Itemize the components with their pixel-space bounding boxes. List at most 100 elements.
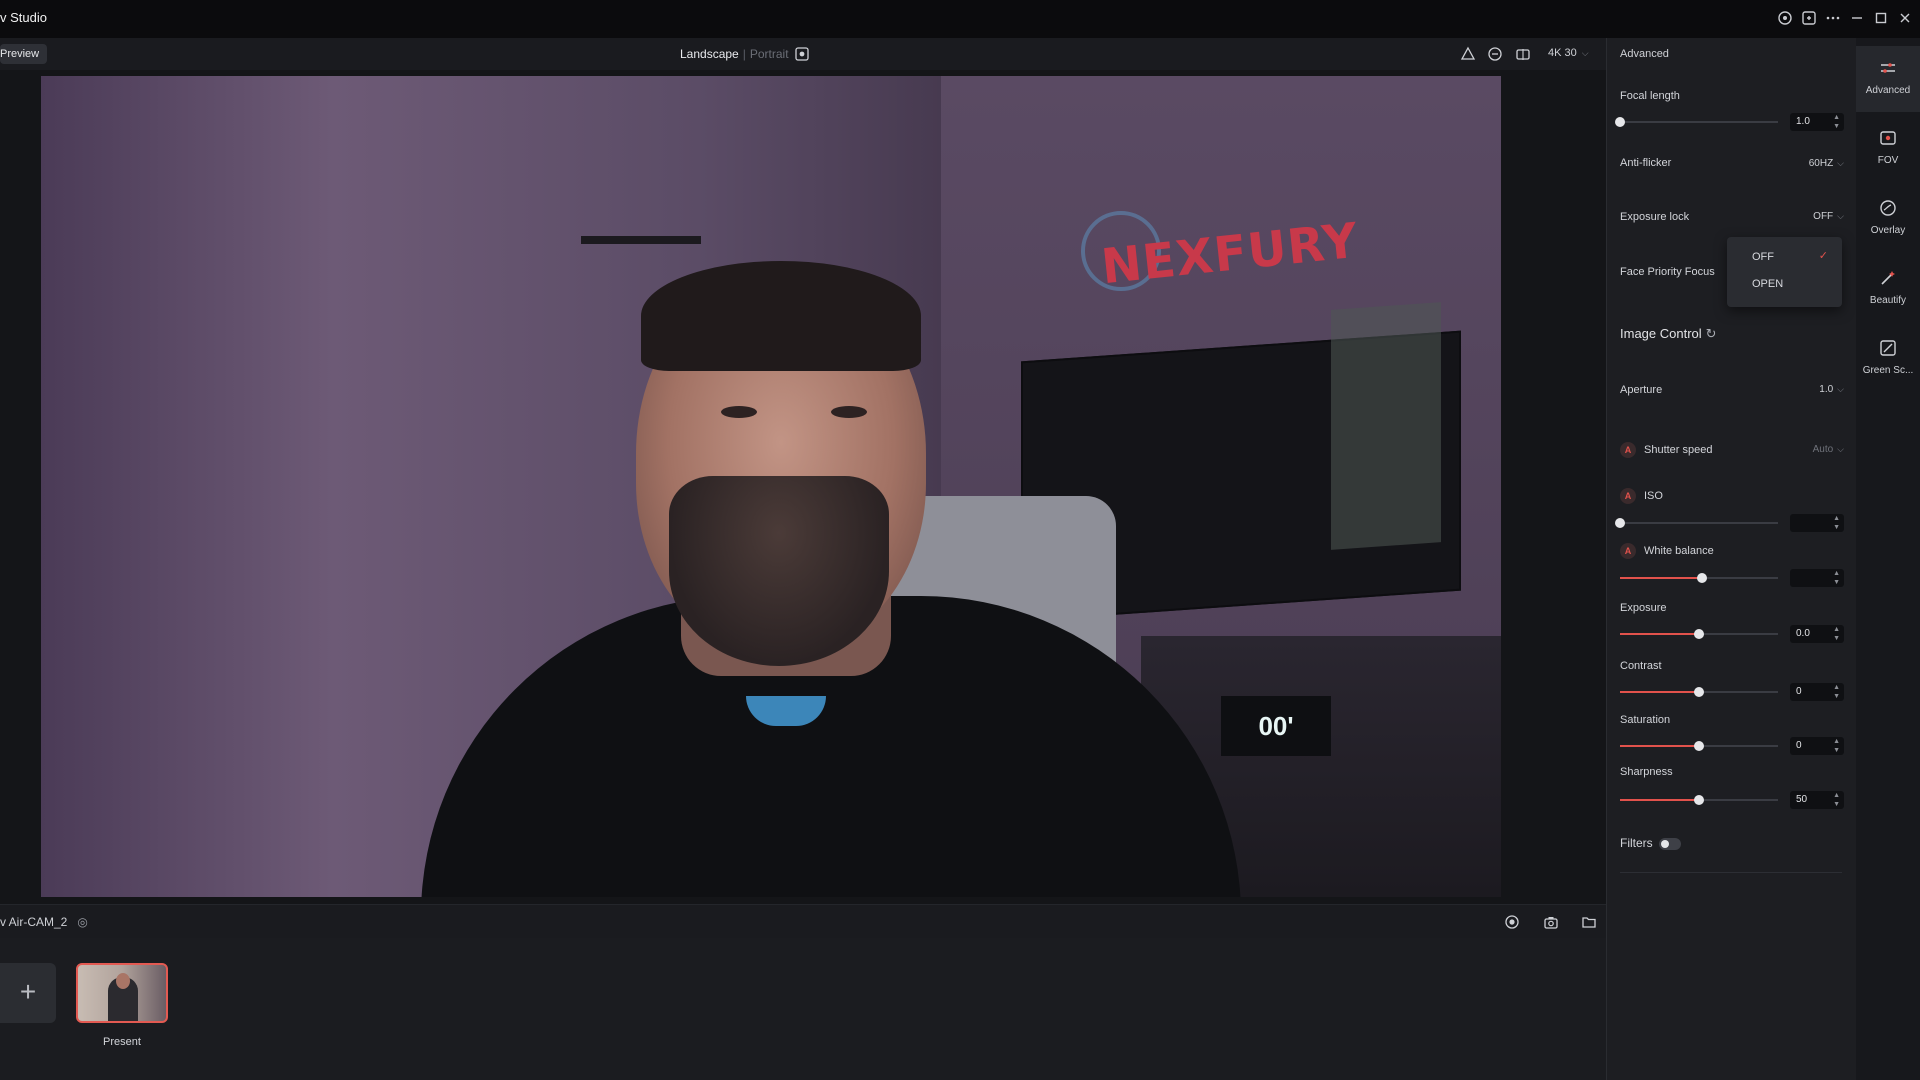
filters-toggle[interactable] — [1659, 838, 1681, 850]
rail-item-green-screen[interactable]: Green Sc... — [1856, 326, 1920, 392]
folder-icon[interactable] — [1581, 914, 1597, 930]
stepper-icon[interactable]: ▲ ▼ — [1833, 625, 1840, 643]
exposure-label: Exposure — [1620, 602, 1667, 614]
rail-item-advanced[interactable]: Advanced — [1856, 46, 1920, 112]
reset-icon[interactable]: ↻ — [1706, 326, 1717, 341]
iso-slider[interactable] — [1615, 518, 1778, 528]
focal-length-input[interactable]: 1.0 ▲ ▼ — [1790, 113, 1844, 131]
camera-settings-icon[interactable]: ◎ — [77, 915, 87, 929]
saturation-label: Saturation — [1620, 714, 1671, 726]
aperture-select[interactable]: 1.0 ⌵ — [1819, 384, 1844, 395]
slider-knob[interactable] — [1694, 687, 1704, 697]
image-control-label: Image Control — [1620, 326, 1702, 341]
shutter-speed-label: Shutter speed — [1644, 444, 1713, 456]
add-scene-button[interactable]: + — [0, 963, 56, 1023]
contrast-input[interactable]: 0 ▲ ▼ — [1790, 683, 1844, 701]
white-balance-label: White balance — [1644, 545, 1714, 557]
anti-flicker-select[interactable]: 60HZ ⌵ — [1809, 158, 1844, 169]
iso-auto-badge[interactable]: A — [1620, 488, 1636, 504]
exposure-value: 0.0 — [1796, 628, 1810, 639]
stepper-icon[interactable]: ▲ ▼ — [1833, 113, 1840, 131]
white-balance-auto-badge[interactable]: A — [1620, 543, 1636, 559]
contrast-slider[interactable] — [1620, 687, 1778, 697]
stepper-icon[interactable]: ▲ ▼ — [1833, 514, 1840, 532]
rail-item-fov[interactable]: FOV — [1856, 116, 1920, 182]
auto-frame-icon[interactable] — [794, 46, 810, 62]
focal-length-slider[interactable] — [1615, 117, 1778, 127]
sharpness-value: 50 — [1796, 794, 1808, 805]
white-balance-input[interactable]: ▲ ▼ — [1790, 569, 1844, 587]
saturation-input[interactable]: 0 ▲ ▼ — [1790, 737, 1844, 755]
exposure-input[interactable]: 0.0 ▲ ▼ — [1790, 625, 1844, 643]
slider-fill — [1620, 577, 1703, 579]
camera-area: NEXFURY 00' — [0, 70, 1606, 904]
dropdown-option-off[interactable]: OFF — [1752, 251, 1774, 263]
minimize-icon[interactable] — [1848, 10, 1866, 28]
help-circle-icon[interactable] — [1776, 10, 1794, 28]
slider-knob[interactable] — [1694, 629, 1704, 639]
landscape-option[interactable]: Landscape — [680, 47, 739, 61]
close-icon[interactable] — [1896, 10, 1914, 28]
portrait-option[interactable]: Portrait — [750, 47, 789, 61]
shutter-speed-select[interactable]: Auto ⌵ — [1813, 444, 1844, 455]
sharpness-slider[interactable] — [1620, 795, 1778, 805]
chevron-down-icon: ⌵ — [1581, 48, 1589, 58]
record-icon[interactable] — [1504, 914, 1520, 930]
snapshot-icon[interactable] — [1543, 914, 1559, 930]
camera-preview[interactable]: NEXFURY 00' — [41, 76, 1501, 897]
preview-button[interactable]: Preview — [0, 44, 48, 64]
slider-fill — [1620, 633, 1699, 635]
resolution-dropdown[interactable]: 4K 30 ⌵ — [1548, 47, 1589, 59]
mirror-icon[interactable] — [1515, 46, 1531, 62]
saturation-slider[interactable] — [1620, 741, 1778, 751]
slider-knob[interactable] — [1615, 518, 1625, 528]
anti-flicker-label: Anti-flicker — [1620, 157, 1672, 169]
person-hair — [641, 261, 921, 371]
orientation-separator: | — [742, 47, 746, 61]
exposure-lock-label: Exposure lock — [1620, 211, 1690, 223]
stepper-icon[interactable]: ▲ ▼ — [1833, 791, 1840, 809]
desk-clock: 00' — [1221, 696, 1331, 756]
green-screen-icon — [1880, 340, 1896, 356]
slider-knob[interactable] — [1697, 573, 1708, 583]
exposure-lock-select[interactable]: OFF ⌵ — [1813, 211, 1844, 222]
slider-knob[interactable] — [1615, 117, 1625, 127]
stepper-icon[interactable]: ▲ ▼ — [1833, 569, 1840, 587]
slider-fill — [1620, 691, 1699, 693]
focal-length-value: 1.0 — [1796, 116, 1810, 127]
rail-item-overlay[interactable]: Overlay — [1856, 186, 1920, 252]
feedback-icon[interactable] — [1800, 10, 1818, 28]
chevron-down-icon: ⌵ — [1837, 444, 1844, 454]
slider-knob[interactable] — [1694, 795, 1704, 805]
hdr-icon[interactable] — [1487, 46, 1503, 62]
chevron-down-icon: ⌵ — [1837, 211, 1844, 221]
tv-glare — [1331, 302, 1441, 550]
more-icon[interactable] — [1824, 10, 1842, 28]
rail-label-green-screen: Green Sc... — [1862, 365, 1914, 376]
source-bar: v Air-CAM_2 ◎ — [0, 904, 1606, 938]
scene-thumbnail[interactable] — [76, 963, 168, 1023]
exposure-slider[interactable] — [1620, 629, 1778, 639]
saturation-value: 0 — [1796, 740, 1802, 751]
resolution-value: 4K 30 — [1548, 47, 1577, 59]
stepper-icon[interactable]: ▲ ▼ — [1833, 683, 1840, 701]
settings-panel: Advanced Focal length 1.0 ▲ ▼ Anti-flicker… — [1606, 38, 1856, 1080]
white-balance-slider[interactable] — [1620, 573, 1778, 583]
orientation-switch: Landscape | Portrait — [680, 47, 789, 61]
maximize-icon[interactable] — [1872, 10, 1890, 28]
scenes-panel: + Present — [0, 938, 1606, 1080]
dropdown-option-open[interactable]: OPEN — [1752, 278, 1783, 290]
image-control-header: Image Control ↻ — [1620, 326, 1717, 342]
settings-title: Advanced — [1620, 48, 1669, 60]
warning-icon[interactable] — [1460, 46, 1476, 62]
sliders-icon — [1881, 63, 1895, 73]
person-eye-right — [831, 406, 867, 418]
stepper-icon[interactable]: ▲ ▼ — [1833, 737, 1840, 755]
rail-item-beautify[interactable]: Beautify — [1856, 256, 1920, 322]
iso-input[interactable]: ▲ ▼ — [1790, 514, 1844, 532]
shutter-auto-badge[interactable]: A — [1620, 442, 1636, 458]
sharpness-input[interactable]: 50 ▲ ▼ — [1790, 791, 1844, 809]
fov-icon — [1880, 131, 1896, 145]
camera-name: v Air-CAM_2 ◎ — [0, 915, 88, 929]
slider-knob[interactable] — [1694, 741, 1704, 751]
